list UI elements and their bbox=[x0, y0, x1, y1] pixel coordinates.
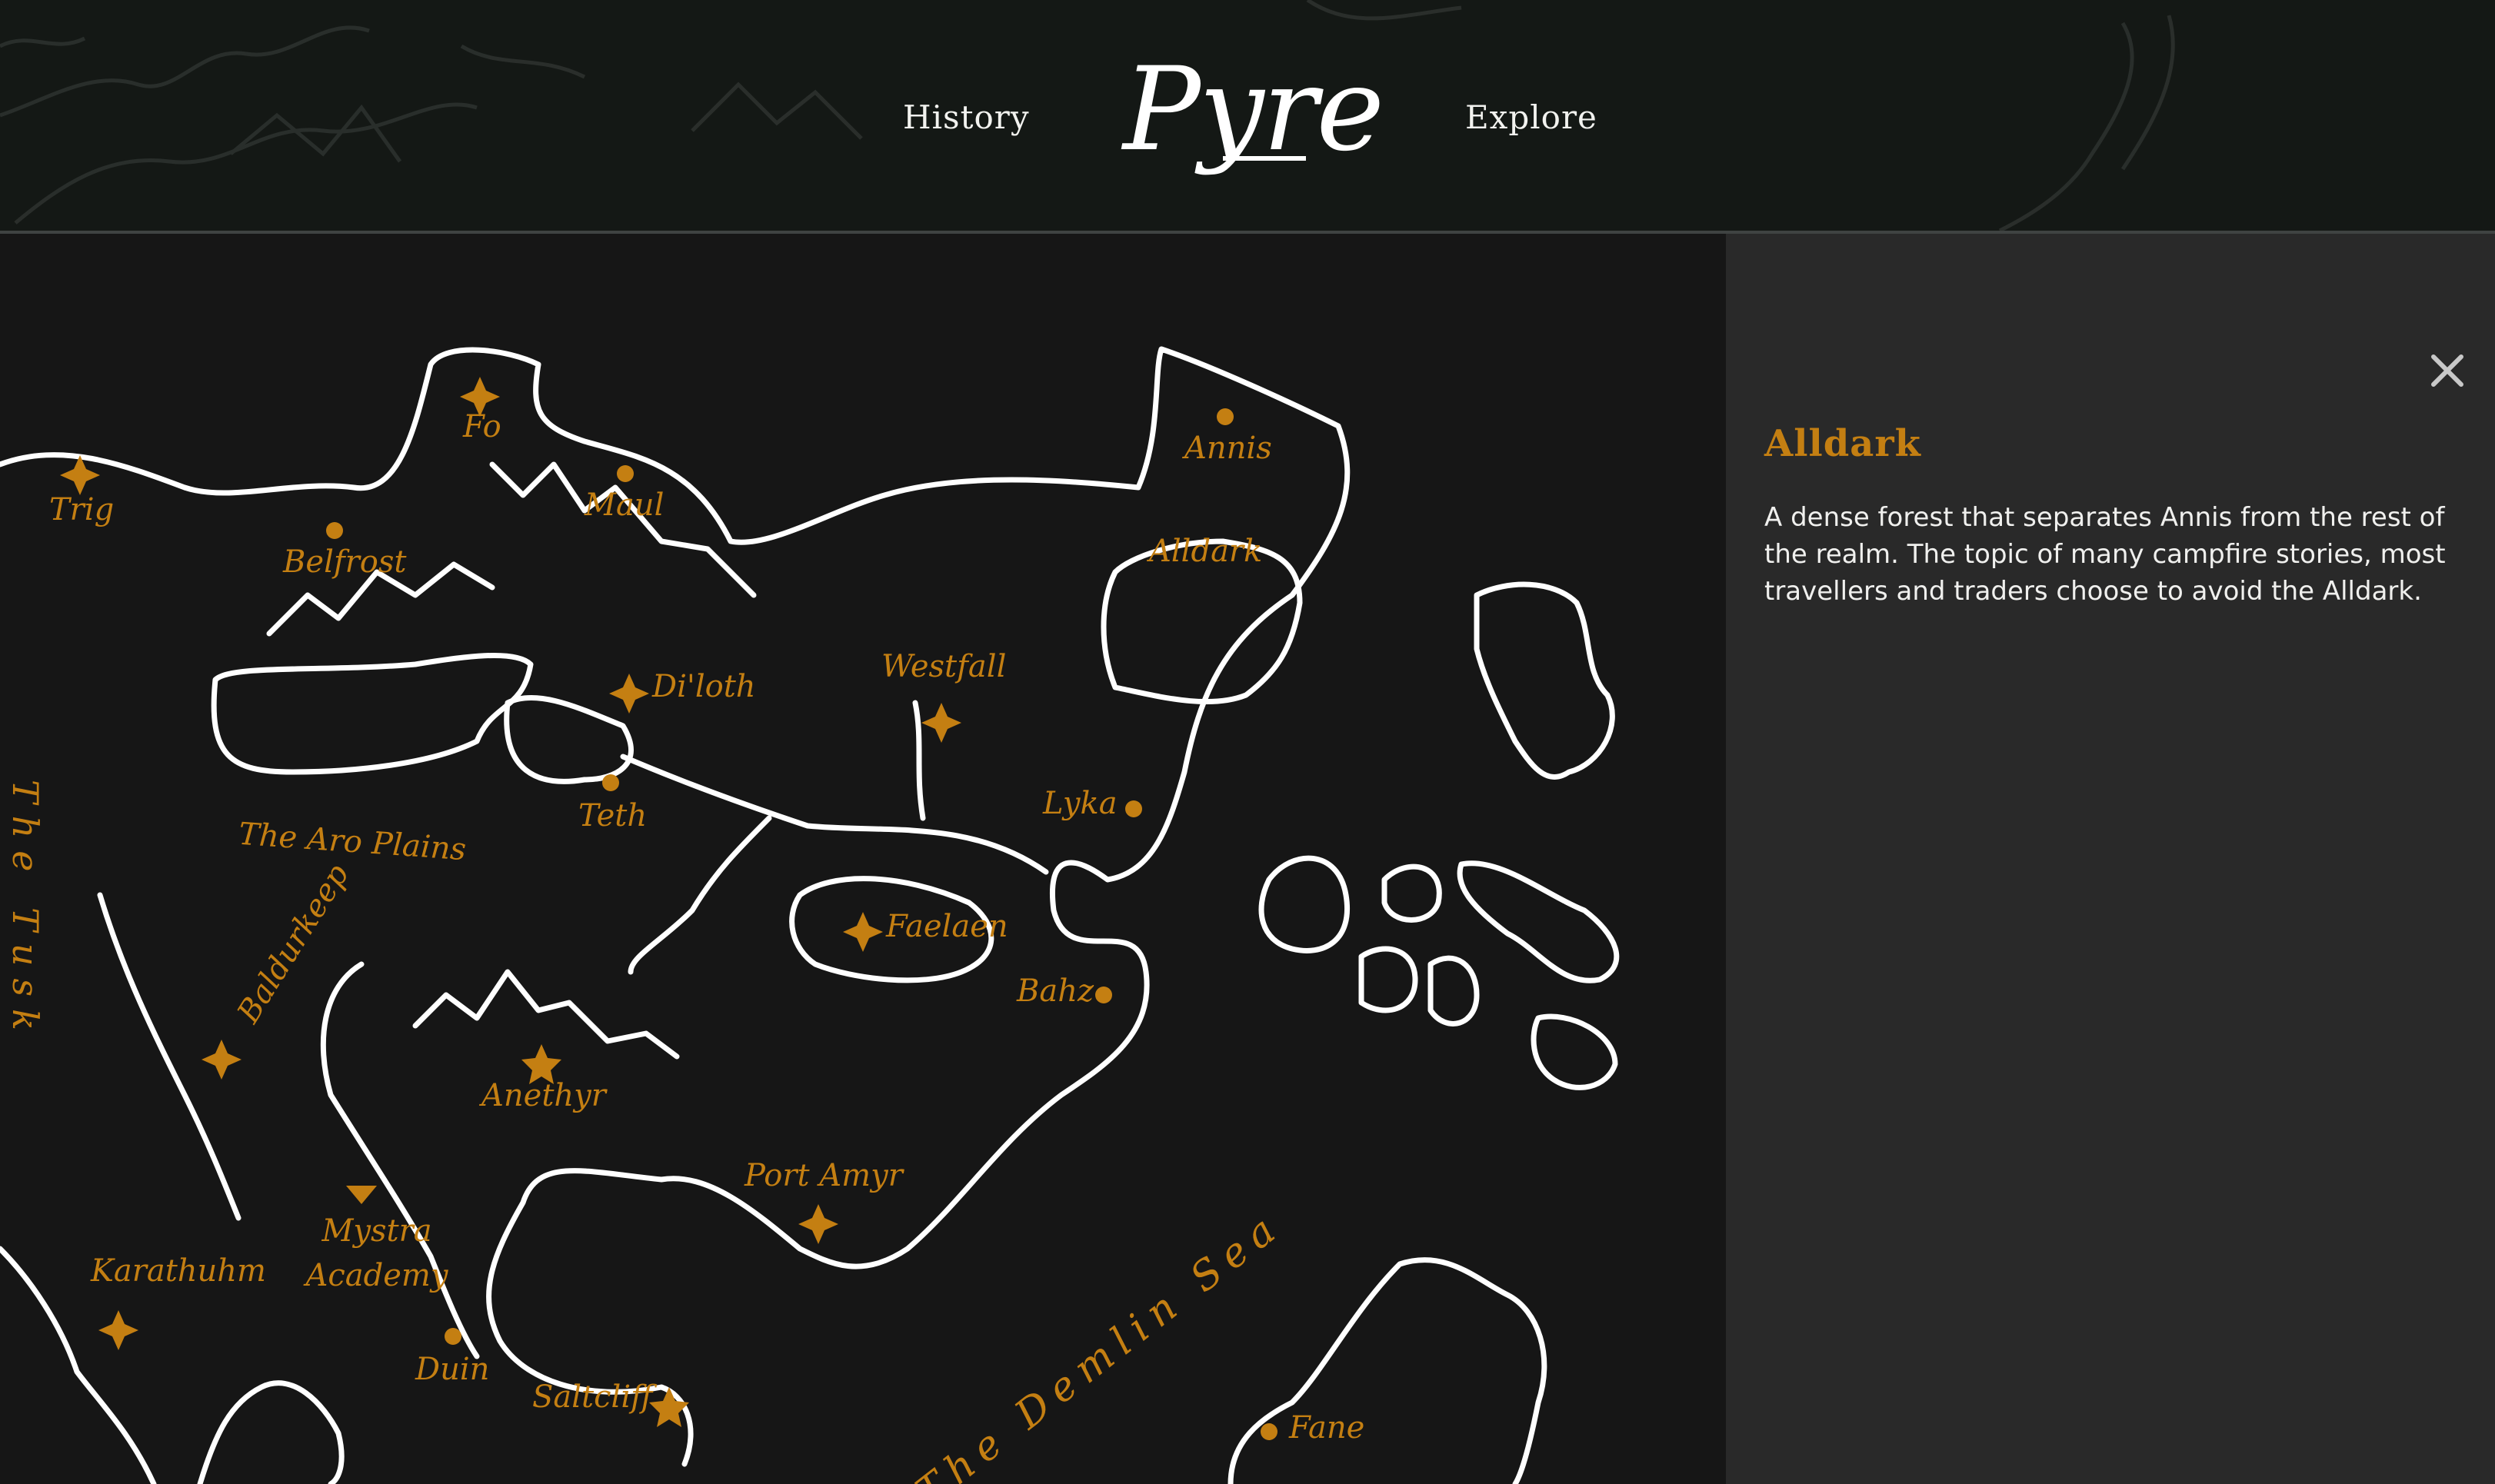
logo-underline bbox=[1223, 156, 1306, 161]
nav-explore-link[interactable]: Explore bbox=[1465, 91, 1597, 145]
label-duin[interactable]: Duin bbox=[415, 1352, 489, 1387]
nav-history-link[interactable]: History bbox=[903, 91, 1030, 145]
close-icon bbox=[2431, 354, 2463, 387]
label-saltcliff[interactable]: Saltcliff bbox=[532, 1379, 652, 1415]
site-logo[interactable]: Pyre bbox=[1123, 45, 1384, 183]
site-header: History Pyre Explore bbox=[0, 0, 2495, 234]
label-annis[interactable]: Annis bbox=[1184, 431, 1272, 466]
marker-diloth bbox=[609, 674, 649, 714]
location-title: Alldark bbox=[1764, 422, 1921, 465]
marker-port-amyr bbox=[798, 1204, 838, 1244]
label-diloth[interactable]: Di'loth bbox=[652, 669, 756, 704]
marker-annis bbox=[1217, 408, 1234, 425]
label-belfrost[interactable]: Belfrost bbox=[283, 544, 406, 580]
marker-maul bbox=[617, 465, 634, 482]
label-fo[interactable]: Fo bbox=[463, 409, 501, 444]
island-e5 bbox=[1427, 955, 1480, 1026]
map-drawing bbox=[0, 346, 1620, 1484]
location-detail-panel: Alldark A dense forest that separates An… bbox=[1726, 234, 2495, 1484]
marker-westfall bbox=[921, 703, 961, 743]
label-anethyr[interactable]: Anethyr bbox=[481, 1078, 606, 1113]
label-westfall[interactable]: Westfall bbox=[881, 649, 1006, 684]
marker-fane bbox=[1261, 1423, 1277, 1440]
label-karathuhm[interactable]: Karathuhm bbox=[91, 1253, 266, 1289]
marker-karathuhm bbox=[98, 1310, 138, 1350]
close-button[interactable] bbox=[2426, 349, 2469, 392]
river-westfall bbox=[912, 700, 926, 821]
marker-mystra-academy bbox=[346, 1186, 377, 1204]
river-south bbox=[628, 815, 772, 975]
marker-duin bbox=[445, 1328, 461, 1345]
label-maul[interactable]: Maul bbox=[585, 487, 664, 523]
label-lyka[interactable]: Lyka bbox=[1043, 786, 1118, 821]
lake-diloth bbox=[504, 694, 634, 784]
mountains-maul bbox=[489, 461, 757, 598]
island-e3 bbox=[1457, 860, 1620, 983]
river-center bbox=[620, 754, 1049, 875]
marker-faelaen bbox=[843, 912, 883, 952]
label-port-amyr[interactable]: Port Amyr bbox=[745, 1158, 903, 1193]
island-fane bbox=[1228, 1257, 1547, 1484]
location-description: A dense forest that separates Annis from… bbox=[1764, 502, 2446, 607]
label-alldark[interactable]: Alldark bbox=[1149, 534, 1262, 569]
island-e2 bbox=[1381, 863, 1442, 923]
label-teth[interactable]: Teth bbox=[578, 798, 647, 834]
label-trig[interactable]: Trig bbox=[49, 492, 114, 527]
marker-saltcliff bbox=[649, 1387, 689, 1427]
label-mystra-academy[interactable]: Mystra Academy bbox=[300, 1209, 454, 1298]
mountains-anethyr bbox=[412, 969, 680, 1060]
marker-baldurkeep bbox=[202, 1040, 242, 1080]
label-fane[interactable]: Fane bbox=[1289, 1410, 1364, 1446]
marker-bahz bbox=[1095, 987, 1112, 1003]
world-map[interactable]: Trig Fo Maul Belfrost Annis Alldark Di'l… bbox=[0, 234, 1726, 1484]
peninsula-south bbox=[197, 1380, 345, 1484]
marker-teth bbox=[602, 774, 619, 791]
island-e6 bbox=[1531, 1013, 1618, 1090]
marker-belfrost bbox=[326, 522, 343, 539]
label-bahz[interactable]: Bahz bbox=[1017, 973, 1094, 1009]
island-north-east bbox=[1474, 581, 1615, 780]
forest-north bbox=[211, 653, 534, 775]
label-the-tusk[interactable]: The Tusk bbox=[5, 780, 46, 1043]
label-faelaen[interactable]: Faelaen bbox=[886, 909, 1008, 944]
island-e4 bbox=[1358, 946, 1418, 1013]
marker-lyka bbox=[1125, 800, 1142, 817]
island-e1 bbox=[1258, 855, 1350, 953]
